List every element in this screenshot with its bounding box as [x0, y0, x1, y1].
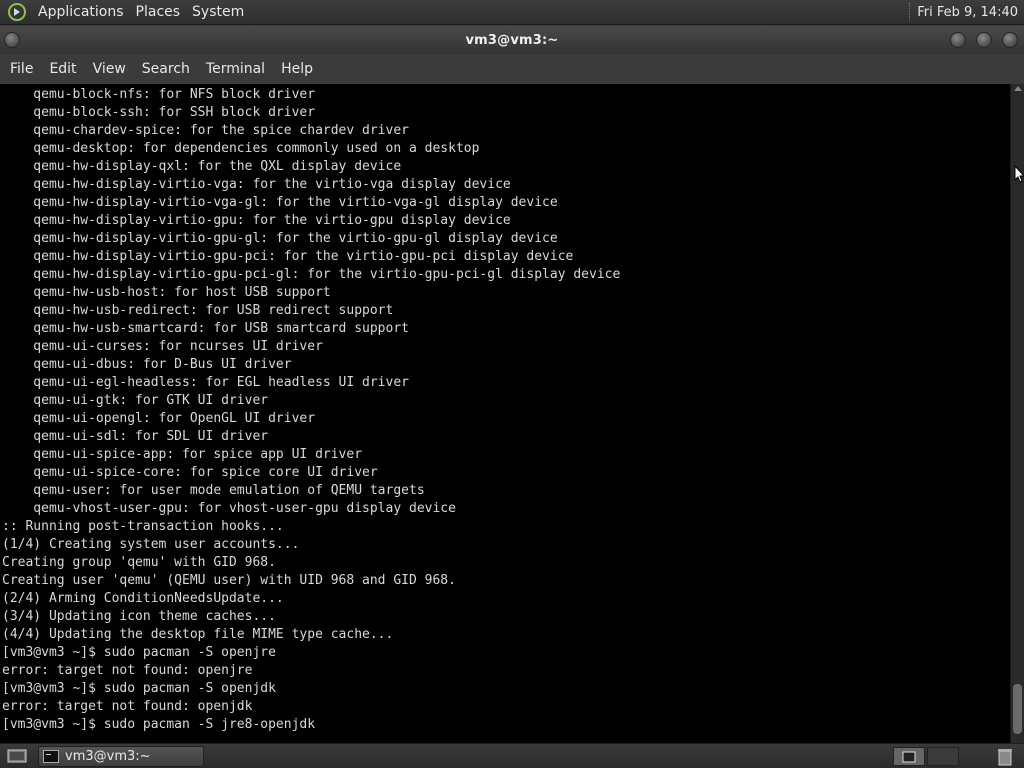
terminal-line: Creating group 'qemu' with GID 968. [2, 555, 276, 570]
terminal-line: qemu-user: for user mode emulation of QE… [2, 483, 425, 498]
terminal-line: Creating user 'qemu' (QEMU user) with UI… [2, 573, 456, 588]
terminal-line: qemu-ui-spice-core: for spice core UI dr… [2, 465, 378, 480]
menu-file[interactable]: File [2, 54, 41, 84]
terminal-line: qemu-hw-usb-redirect: for USB redirect s… [2, 303, 394, 318]
panel-separator [909, 3, 911, 21]
menu-search[interactable]: Search [134, 54, 198, 84]
terminal-line: (1/4) Creating system user accounts... [2, 537, 300, 552]
top-panel: Applications Places System Fri Feb 9, 14… [0, 0, 1024, 25]
terminal-line: qemu-hw-display-qxl: for the QXL display… [2, 159, 402, 174]
maximize-button[interactable] [976, 32, 992, 48]
terminal-line: qemu-hw-usb-host: for host USB support [2, 285, 331, 300]
terminal-line: [vm3@vm3 ~]$ sudo pacman -S jre8-openjdk [2, 717, 316, 732]
window-titlebar[interactable]: vm3@vm3:~ [0, 26, 1024, 54]
terminal-line: qemu-ui-dbus: for D-Bus UI driver [2, 357, 292, 372]
terminal-line: qemu-ui-curses: for ncurses UI driver [2, 339, 323, 354]
system-menu[interactable]: System [186, 0, 250, 25]
terminal-line: qemu-desktop: for dependencies commonly … [2, 141, 480, 156]
terminal-line: qemu-hw-display-virtio-gpu-pci-gl: for t… [2, 267, 621, 282]
workspace-2[interactable] [927, 747, 959, 766]
terminal-line: [vm3@vm3 ~]$ sudo pacman -S openjre [2, 645, 276, 660]
terminal-line: qemu-ui-sdl: for SDL UI driver [2, 429, 269, 444]
menu-help[interactable]: Help [273, 54, 321, 84]
scroll-up-arrow-icon[interactable] [1014, 86, 1022, 91]
close-button[interactable] [1002, 32, 1018, 48]
minimize-button[interactable] [950, 32, 966, 48]
terminal-line: (2/4) Arming ConditionNeedsUpdate... [2, 591, 284, 606]
window-menu-button[interactable] [4, 32, 20, 48]
bottom-panel: vm3@vm3:~ [0, 743, 1024, 768]
scrollbar-thumb[interactable] [1013, 684, 1022, 734]
terminal-icon [43, 749, 59, 763]
terminal-line: [vm3@vm3 ~]$ sudo pacman -S openjdk [2, 681, 276, 696]
terminal-line: qemu-hw-display-virtio-vga: for the virt… [2, 177, 511, 192]
terminal-line: qemu-block-nfs: for NFS block driver [2, 87, 316, 102]
workspace-1[interactable] [893, 747, 925, 766]
terminal-line: error: target not found: openjre [2, 663, 253, 678]
terminal-line: qemu-ui-opengl: for OpenGL UI driver [2, 411, 316, 426]
window-title: vm3@vm3:~ [465, 32, 559, 48]
clock[interactable]: Fri Feb 9, 14:40 [917, 5, 1024, 20]
taskbar-window-button[interactable]: vm3@vm3:~ [38, 745, 204, 767]
terminal-line: qemu-ui-spice-app: for spice app UI driv… [2, 447, 363, 462]
trash-icon[interactable] [996, 747, 1014, 766]
terminal-output[interactable]: qemu-block-nfs: for NFS block driver qem… [0, 84, 1010, 743]
terminal-line: qemu-block-ssh: for SSH block driver [2, 105, 316, 120]
terminal-line: qemu-hw-display-virtio-gpu-pci: for the … [2, 249, 574, 264]
terminal-line: error: target not found: openjdk [2, 699, 253, 714]
terminal-line: (3/4) Updating icon theme caches... [2, 609, 276, 624]
places-menu[interactable]: Places [130, 0, 187, 25]
show-desktop-icon[interactable] [4, 745, 30, 767]
taskbar-window-label: vm3@vm3:~ [65, 748, 151, 764]
menu-terminal[interactable]: Terminal [198, 54, 273, 84]
terminal-line: qemu-chardev-spice: for the spice charde… [2, 123, 409, 138]
menubar: File Edit View Search Terminal Help [0, 54, 1024, 84]
terminal-line: qemu-ui-egl-headless: for EGL headless U… [2, 375, 409, 390]
terminal-line: qemu-hw-display-virtio-gpu: for the virt… [2, 213, 511, 228]
menu-edit[interactable]: Edit [41, 54, 84, 84]
terminal-line: :: Running post-transaction hooks... [2, 519, 284, 534]
terminal-line: qemu-hw-display-virtio-vga-gl: for the v… [2, 195, 558, 210]
mouse-pointer-icon [1014, 164, 1024, 183]
terminal-line: qemu-hw-display-virtio-gpu-gl: for the v… [2, 231, 558, 246]
applications-menu[interactable]: Applications [32, 0, 130, 25]
terminal-line: qemu-ui-gtk: for GTK UI driver [2, 393, 269, 408]
terminal-line: qemu-hw-usb-smartcard: for USB smartcard… [2, 321, 409, 336]
menu-view[interactable]: View [85, 54, 134, 84]
terminal-line: (4/4) Updating the desktop file MIME typ… [2, 627, 394, 642]
terminal-line: qemu-vhost-user-gpu: for vhost-user-gpu … [2, 501, 456, 516]
distro-logo-icon[interactable] [6, 1, 28, 23]
